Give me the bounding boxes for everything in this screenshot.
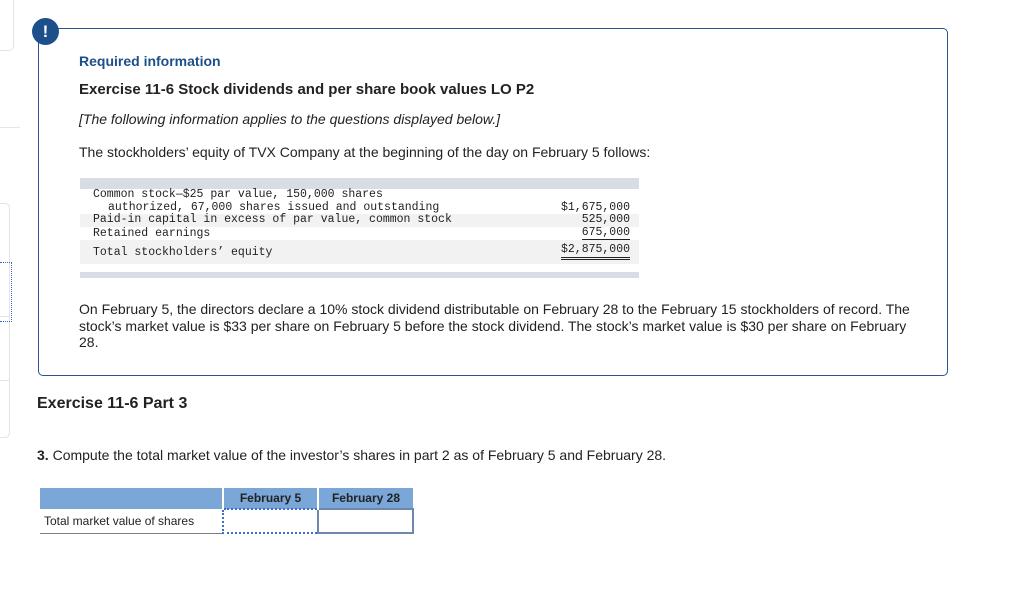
row-amount: 675,000 — [581, 225, 630, 240]
side-focus-outline — [0, 262, 12, 322]
column-header-blank — [40, 488, 223, 509]
answer-table: February 5 February 28 Total market valu… — [40, 488, 414, 534]
table-row: Retained earnings 675,000 — [80, 225, 639, 240]
required-information-heading: Required information — [79, 53, 221, 69]
question-body: Compute the total market value of the in… — [52, 447, 667, 463]
question-text: 3. Compute the total market value of the… — [37, 447, 666, 463]
info-note: [The following information applies to th… — [79, 111, 501, 127]
required-information-box: Required information Exercise 11-6 Stock… — [38, 28, 948, 376]
table-row: Common stock—$25 par value, 150,000 shar… — [80, 188, 639, 202]
side-divider — [0, 380, 10, 381]
row-label: Total stockholders’ equity — [80, 240, 531, 264]
side-card-top — [0, 0, 14, 51]
table-row-total: Total stockholders’ equity $2,875,000 — [80, 240, 639, 264]
february-5-input[interactable] — [224, 510, 317, 532]
row-label: Total market value of shares — [40, 509, 223, 534]
row-label: Common stock—$25 par value, 150,000 shar… — [93, 188, 383, 201]
table-row: Paid-in capital in excess of par value, … — [80, 213, 639, 227]
stockholders-equity-table: Common stock—$25 par value, 150,000 shar… — [80, 178, 639, 278]
row-label: Paid-in capital in excess of par value, … — [80, 213, 531, 227]
row-label: Retained earnings — [93, 226, 211, 240]
table-bottom-bar — [80, 271, 639, 278]
february-28-input[interactable] — [319, 510, 412, 532]
row-amount: 525,000 — [530, 213, 639, 227]
exclamation-icon: ! — [32, 18, 59, 45]
exercise-title: Exercise 11-6 Stock dividends and per sh… — [79, 81, 535, 98]
question-number: 3. — [37, 447, 49, 463]
answer-row: Total market value of shares — [40, 508, 414, 534]
dividend-paragraph: On February 5, the directors declare a 1… — [79, 301, 910, 350]
side-divider — [0, 127, 20, 128]
side-divider — [0, 316, 10, 317]
answer-header-row: February 5 February 28 — [40, 488, 413, 509]
column-header-february-28: February 28 — [317, 488, 413, 509]
intro-text: The stockholders’ equity of TVX Company … — [79, 144, 651, 160]
row-amount: $2,875,000 — [560, 243, 630, 260]
part-title: Exercise 11-6 Part 3 — [37, 395, 188, 412]
column-header-february-5: February 5 — [222, 488, 318, 509]
